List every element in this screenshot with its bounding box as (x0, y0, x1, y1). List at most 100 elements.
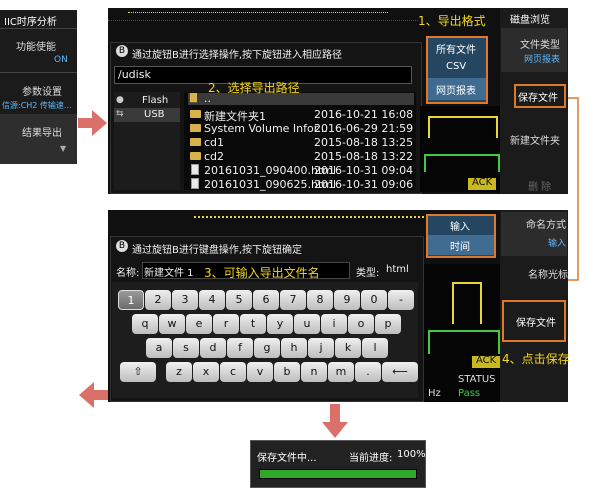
side-save-file[interactable]: 保存文件 (516, 314, 556, 329)
name-label: 名称: (116, 268, 140, 279)
flash-drive-icon: ● (116, 95, 124, 105)
key-s[interactable]: s (173, 338, 199, 358)
file-date: 2016-10-31 09:06 (314, 178, 414, 191)
file-row[interactable]: System Volume Infor... 2016-06-29 21:59 (190, 122, 413, 136)
key-z[interactable]: z (166, 362, 192, 382)
func-enable-label[interactable]: 功能使能 (16, 38, 56, 53)
key-a[interactable]: a (146, 338, 172, 358)
side-type-value: 网页报表 (524, 55, 561, 65)
key-k[interactable]: k (335, 338, 361, 358)
file-row[interactable]: 20161031_090400.html 2016-10-31 09:04 (190, 164, 414, 178)
key-6[interactable]: 6 (253, 290, 279, 310)
key-v[interactable]: v (247, 362, 273, 382)
file-row[interactable]: 20161031_090625.html 2016-10-31 09:06 (190, 178, 414, 192)
key-f[interactable]: f (227, 338, 253, 358)
panel-save-dialog: B 通过旋钮B进行键盘操作,按下旋钮确定 名称: 新建文件 1 类型: html… (108, 210, 568, 402)
file-row[interactable]: cd1 2015-08-18 13:25 (190, 136, 414, 150)
file-icon (191, 178, 199, 189)
annotation-step1: 1、导出格式 (418, 14, 486, 28)
key-q[interactable]: q (132, 314, 158, 334)
status-header: STATUS (458, 374, 496, 385)
folder-icon (190, 138, 201, 146)
side-save-file[interactable]: 保存文件 (518, 89, 558, 104)
key-i[interactable]: i (321, 314, 347, 334)
naming-input[interactable]: 输入 (450, 218, 470, 233)
key-p[interactable]: p (375, 314, 401, 334)
arrow-down-left-icon (79, 382, 108, 408)
file-row[interactable]: 新建文件夹1 2016-10-21 16:08 (190, 108, 414, 123)
ack-label: ACK (476, 355, 497, 366)
key-n[interactable]: n (301, 362, 327, 382)
key-o[interactable]: o (348, 314, 374, 334)
key-b[interactable]: b (274, 362, 300, 382)
type-value: html (386, 264, 409, 275)
format-all-files[interactable]: 所有文件 (436, 41, 476, 56)
arrow-down-icon (322, 404, 348, 438)
key-⟵[interactable]: ⟵ (382, 362, 418, 382)
file-name: System Volume Infor... (204, 122, 328, 135)
key-m[interactable]: m (328, 362, 354, 382)
param-settings-label[interactable]: 参数设置 (22, 83, 62, 98)
annotation-step2: 2、选择导出路径 (208, 81, 300, 95)
waveform-yellow (452, 282, 482, 324)
key-4[interactable]: 4 (199, 290, 225, 310)
naming-time[interactable]: 时间 (450, 238, 470, 253)
key-d[interactable]: d (200, 338, 226, 358)
key-5[interactable]: 5 (226, 290, 252, 310)
drive-flash[interactable]: Flash (142, 95, 168, 106)
key-r[interactable]: r (213, 314, 239, 334)
key-j[interactable]: j (308, 338, 334, 358)
panel-iic-analysis: IIC时序分析 功能使能 ON 参数设置 信源:CH2 传输速... 结果导出 … (0, 10, 77, 164)
key-3[interactable]: 3 (172, 290, 198, 310)
key-0[interactable]: 0 (361, 290, 387, 310)
dialog-title: 通过旋钮B进行选择操作,按下旋钮进入相应路径 (132, 50, 343, 61)
panel-title: IIC时序分析 (4, 17, 57, 28)
folder-icon (190, 152, 201, 160)
key-9[interactable]: 9 (334, 290, 360, 310)
drive-list (114, 92, 180, 190)
format-csv[interactable]: CSV (446, 61, 466, 72)
key-l[interactable]: l (362, 338, 388, 358)
format-web-report[interactable]: 网页报表 (436, 82, 476, 97)
type-label: 类型: (356, 268, 380, 279)
side-new-folder[interactable]: 新建文件夹 (510, 132, 560, 147)
keyboard-dialog-title: 通过旋钮B进行键盘操作,按下旋钮确定 (132, 245, 303, 256)
key-c[interactable]: c (220, 362, 246, 382)
side-title: 磁盘浏览 (510, 15, 550, 26)
key-7[interactable]: 7 (280, 290, 306, 310)
chevron-down-icon: ▼ (60, 144, 67, 153)
key-.[interactable]: . (355, 362, 381, 382)
key-8[interactable]: 8 (307, 290, 333, 310)
usb-icon: ⇆ (116, 109, 124, 119)
knob-b-icon: B (116, 45, 128, 57)
key--[interactable]: - (388, 290, 414, 310)
side-delete[interactable]: 删 除 (528, 178, 551, 193)
file-date: 2016-10-21 16:08 (314, 108, 414, 121)
file-date: 2016-10-31 09:04 (314, 164, 414, 177)
arrow-right-icon (78, 110, 107, 136)
file-row[interactable]: cd2 2015-08-18 13:22 (190, 150, 413, 164)
waveform-green (424, 154, 500, 172)
file-date: 2015-08-18 13:25 (314, 136, 414, 149)
key-1[interactable]: 1 (118, 290, 144, 310)
key-t[interactable]: t (240, 314, 266, 334)
drive-usb[interactable]: USB (144, 109, 165, 120)
key-2[interactable]: 2 (145, 290, 171, 310)
key-⇧[interactable]: ⇧ (120, 362, 156, 382)
ack-label: ACK (472, 177, 493, 188)
key-y[interactable]: y (267, 314, 293, 334)
file-name: cd2 (204, 150, 225, 163)
progress-label: 当前进度: (349, 453, 393, 464)
side-name-cursor[interactable]: 名称光标 (528, 266, 568, 281)
key-h[interactable]: h (281, 338, 307, 358)
waveform-yellow (428, 116, 498, 138)
key-e[interactable]: e (186, 314, 212, 334)
result-export-label[interactable]: 结果导出 (22, 124, 62, 139)
file-icon (191, 164, 199, 175)
side-naming-value: 输入 (548, 239, 567, 249)
key-x[interactable]: x (193, 362, 219, 382)
key-g[interactable]: g (254, 338, 280, 358)
key-u[interactable]: u (294, 314, 320, 334)
key-w[interactable]: w (159, 314, 185, 334)
name-value: 新建文件 1 (144, 268, 194, 279)
